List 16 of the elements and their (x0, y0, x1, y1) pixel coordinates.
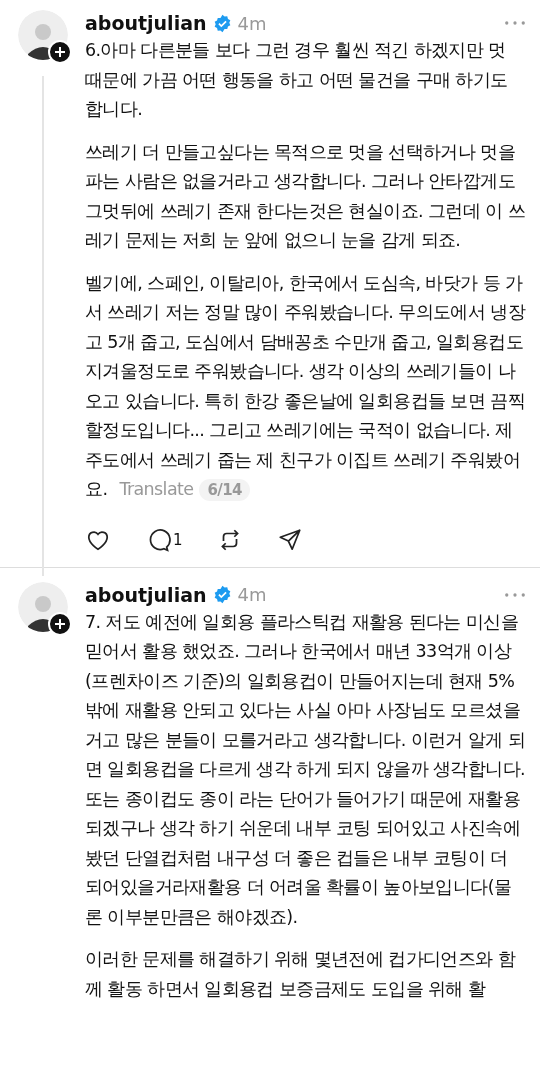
post-time: 4m (237, 12, 267, 34)
reply-count: 1 (173, 530, 183, 549)
more-icon[interactable] (504, 19, 526, 27)
follow-plus-icon[interactable] (48, 40, 72, 64)
follow-plus-icon[interactable] (48, 611, 72, 636)
post-text: 7. 저도 예전에 일회용 플라스틱컵 재활용 된다는 미신을 믿어서 활용 했었죠. 그러나 한국에서 매년 33억개 이상(프렌차이즈 기준)의 일회용컵이 만들어지는데 현재 5% 밖에 재활용 안되고 있다는 사실 아마 사장님도 모르셨을거고 많은 분들이 모를거라고 생각합니다. 이런거 알게 되면 일회용컵을 다르게 생각 하게 되지 않을까 생각합니다. 또는 종이컵도 종이 라는 단어가 들어가기 때문에 재활용 되겠구나 생각 하기 쉬운데 내부 코팅 되어있고 사진속에 봤던 단열컵처럼 내구성 더 좋은 컵들은 내부 코팅이 더 되어있을거라재활용 더 어려울 확률이 높아보입니다(물론 이부분만큼은 해야겠죠). (85, 610, 526, 929)
username[interactable]: aboutjulian (85, 12, 207, 34)
share-icon[interactable] (276, 526, 303, 553)
post-text: 6.아마 다른분들 보다 그런 경우 훨씬 적긴 하겠지만 멋 때문에 가끔 어떤 행동을 하고 어떤 물건을 구매 하기도 합니다. (85, 39, 509, 121)
post-text: 이러한 문제를 해결하기 위해 몇년전에 컵가디언즈와 함께 활동 하면서 일회용컵 보증금제도 도입을 위해 활 (85, 948, 517, 1001)
more-icon[interactable] (504, 590, 526, 599)
post-text: 쓰레기 더 만들고싶다는 목적으로 멋을 선택하거나 멋을 파는 사람은 없을거라고 생각합니다. 그러나 안타깝게도 그멋뒤에 쓰레기 존재 한다는것은 현실이죠. 그런데 이 쓰레기 문제는 저희 눈 앞에 없으니 눈을 감게 되죠. (85, 140, 526, 252)
username[interactable]: aboutjulian (85, 583, 207, 606)
thread-counter: 6/14 (199, 479, 250, 501)
post-text: 벨기에, 스페인, 이탈리아, 한국에서 도심속, 바닷가 등 가서 쓰레기 저는 정말 많이 주워봤습니다. 무의도에서 냉장고 5개 줍고, 도심에서 담배꽁초 수만개 줍고, 일회용컵도 지겨울정도로 주워봤습니다. 생각 이상의 쓰레기들이 나오고 있습니다. 특히 한강 좋은날에 일회용컵들 보면 끔찍할정도입니다... 그리고 쓰레기에는 국적이 없습니다. 제주도에서 쓰레기 줍는 제 친구가 이집트 쓰레기 주워봤어요. Translate 6/14 (85, 271, 526, 503)
post-time: 4m (237, 584, 267, 605)
